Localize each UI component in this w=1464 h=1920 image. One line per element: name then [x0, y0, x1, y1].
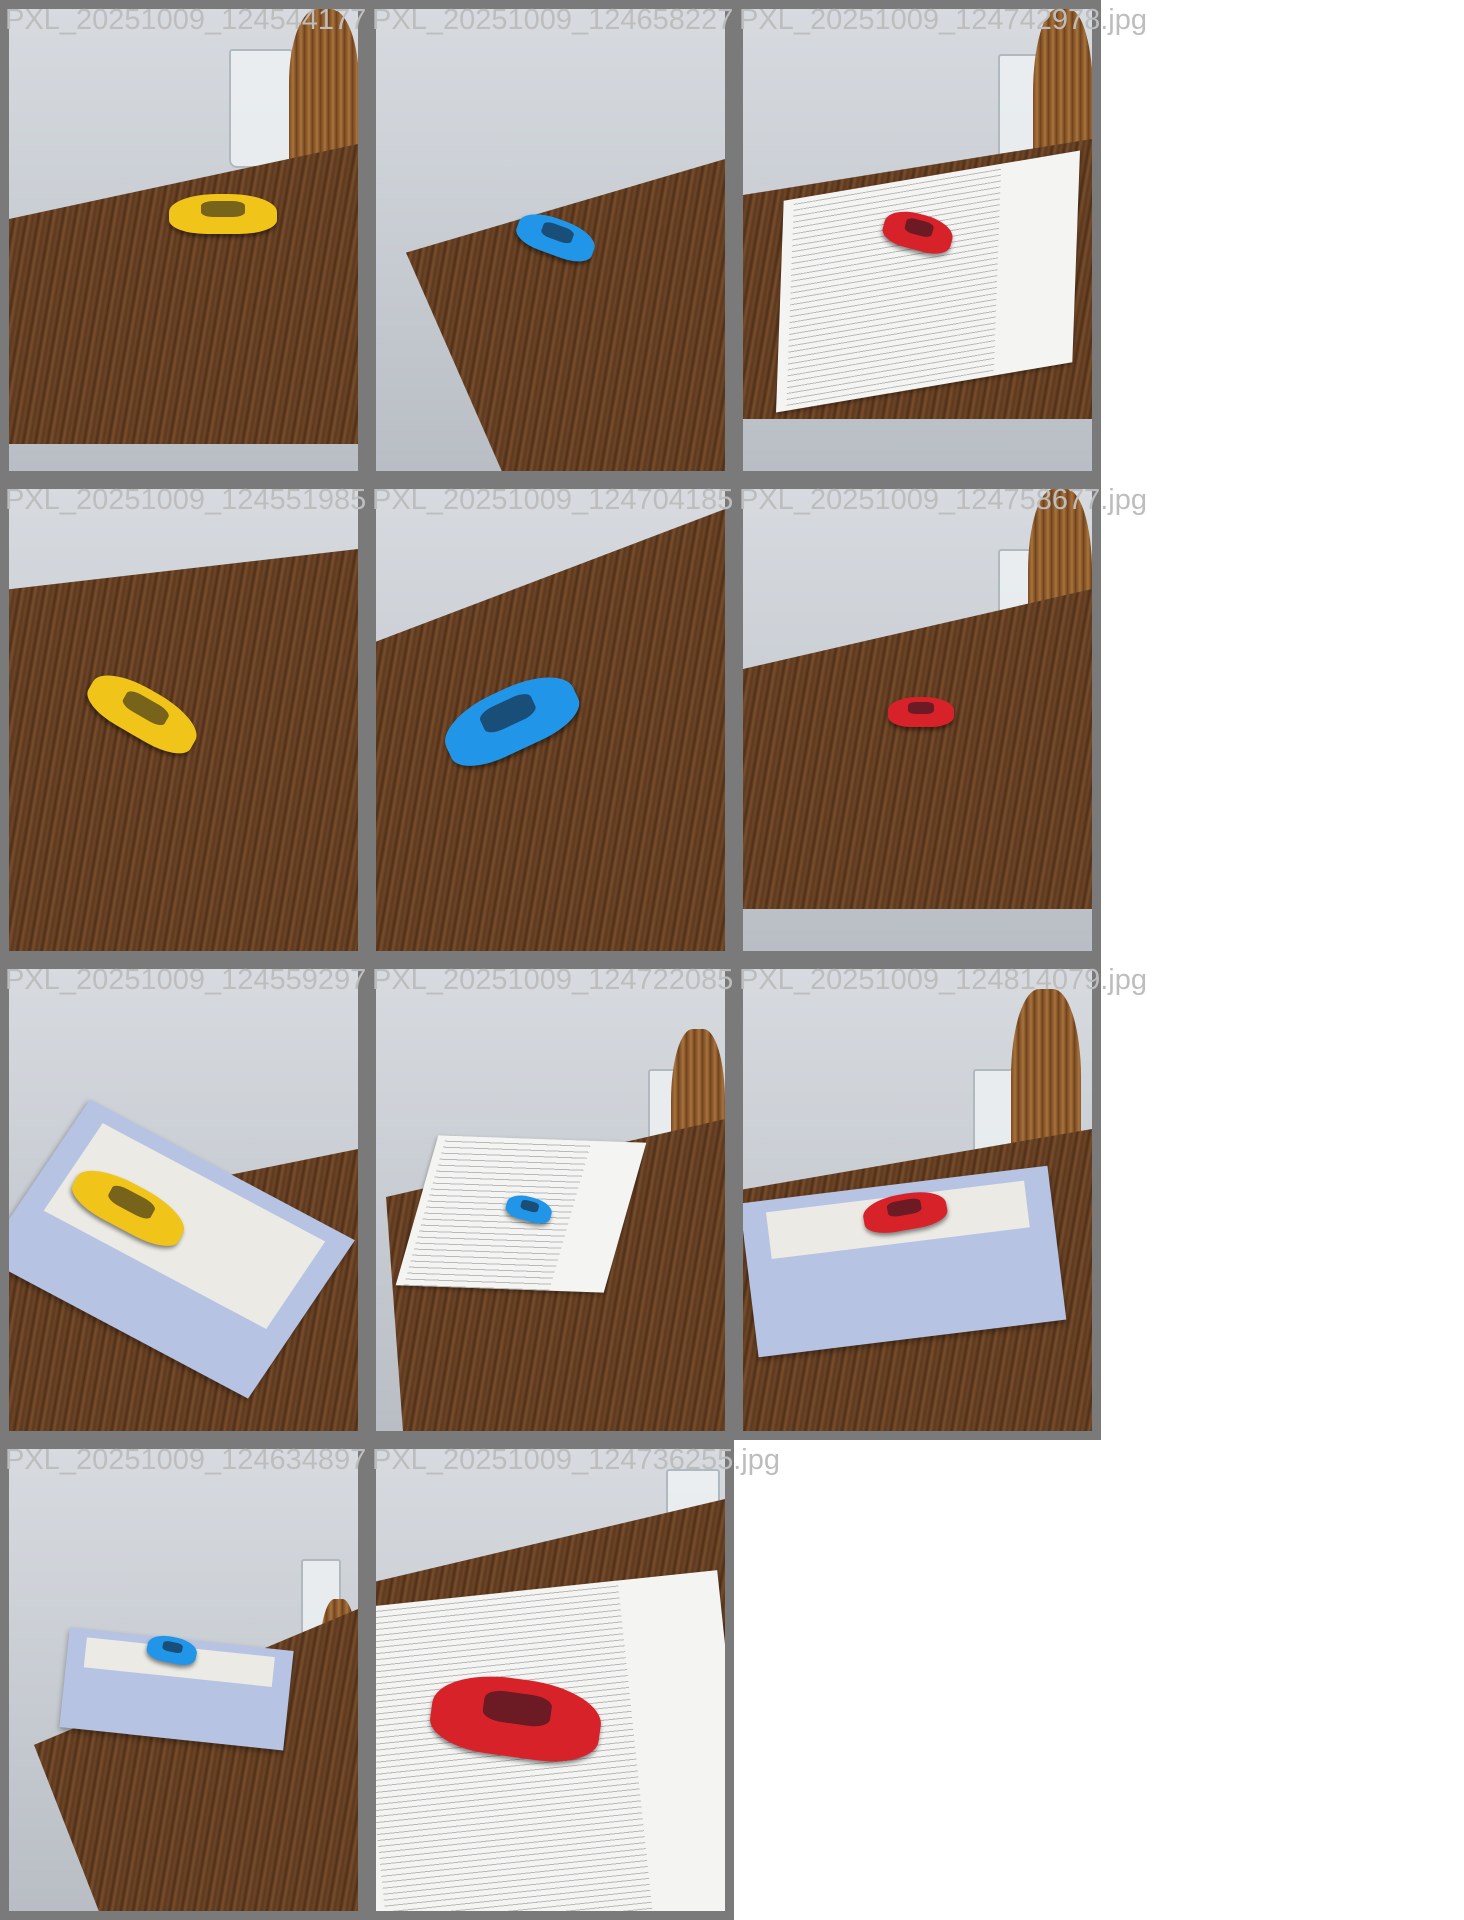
image-tile[interactable]: PXL_20251009_124658227.jpg	[367, 0, 780, 480]
image-tile[interactable]: PXL_20251009_124634897.jpg	[0, 1440, 413, 1920]
image-tile[interactable]: PXL_20251009_124758677.jpg	[734, 480, 1147, 960]
image-tile[interactable]: PXL_20251009_124544177.jpg	[0, 0, 413, 480]
image-tile[interactable]: PXL_20251009_124704185.jpg	[367, 480, 780, 960]
photo-thumbnail[interactable]	[376, 969, 725, 1431]
photo-thumbnail[interactable]	[9, 489, 358, 951]
image-filename: PXL_20251009_124544177.jpg	[5, 4, 414, 36]
photo-thumbnail[interactable]	[376, 489, 725, 951]
toy-car-yellow	[169, 194, 277, 234]
image-filename: PXL_20251009_124722085.jpg	[372, 964, 781, 996]
image-filename: PXL_20251009_124634897.jpg	[5, 1444, 414, 1476]
photo-thumbnail[interactable]	[376, 1449, 725, 1911]
image-tile[interactable]: PXL_20251009_124736255.jpg	[367, 1440, 780, 1920]
image-tile[interactable]: PXL_20251009_124551985.jpg	[0, 480, 413, 960]
photo-thumbnail[interactable]	[743, 969, 1092, 1431]
image-filename: PXL_20251009_124559297.jpg	[5, 964, 414, 996]
photo-thumbnail[interactable]	[743, 9, 1092, 471]
photo-thumbnail[interactable]	[9, 969, 358, 1431]
image-tile[interactable]: PXL_20251009_124559297.jpg	[0, 960, 413, 1440]
toy-car-red	[888, 697, 954, 727]
photo-thumbnail[interactable]	[743, 489, 1092, 951]
image-filename: PXL_20251009_124814079.jpg	[739, 964, 1148, 996]
photo-thumbnail[interactable]	[9, 9, 358, 471]
image-tile[interactable]: PXL_20251009_124722085.jpg	[367, 960, 780, 1440]
image-tile[interactable]: PXL_20251009_124814079.jpg	[734, 960, 1147, 1440]
image-tile[interactable]: PXL_20251009_124742978.jpg	[734, 0, 1147, 480]
image-filename: PXL_20251009_124758677.jpg	[739, 484, 1148, 516]
image-filename: PXL_20251009_124658227.jpg	[372, 4, 781, 36]
image-gallery: PXL_20251009_124544177.jpg PXL_20251009_…	[0, 0, 1464, 1920]
image-filename: PXL_20251009_124551985.jpg	[5, 484, 414, 516]
photo-thumbnail[interactable]	[376, 9, 725, 471]
image-filename: PXL_20251009_124736255.jpg	[372, 1444, 781, 1476]
photo-thumbnail[interactable]	[9, 1449, 358, 1911]
image-filename: PXL_20251009_124742978.jpg	[739, 4, 1148, 36]
glass	[229, 49, 293, 168]
image-filename: PXL_20251009_124704185.jpg	[372, 484, 781, 516]
